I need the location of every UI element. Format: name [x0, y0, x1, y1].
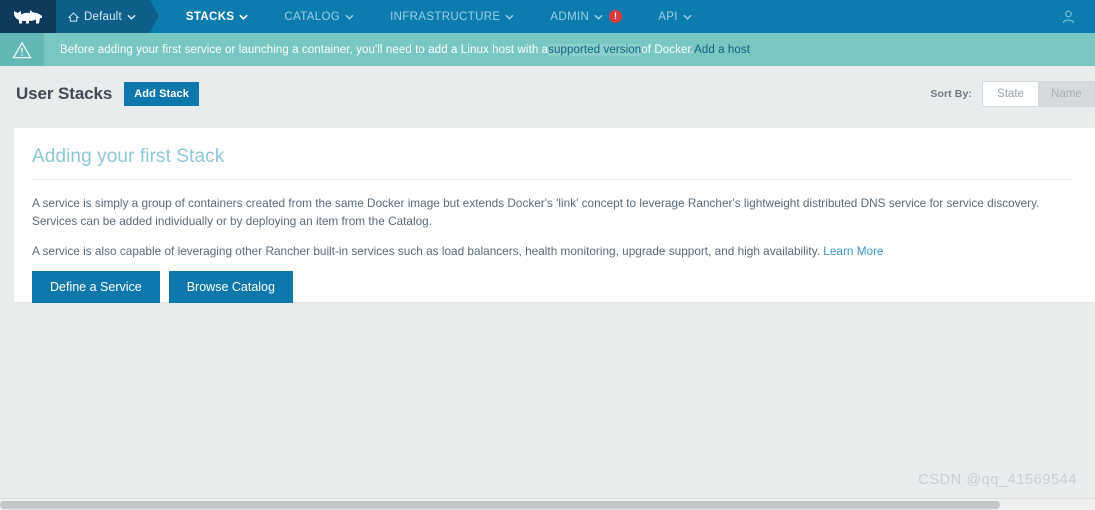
add-stack-button[interactable]: Add Stack — [124, 82, 199, 106]
warning-triangle-icon — [0, 33, 44, 66]
nav-item-catalog[interactable]: CATALOG — [266, 0, 372, 33]
nav-item-api[interactable]: API — [640, 0, 710, 33]
chevron-down-icon — [683, 11, 692, 23]
card-paragraph-2: A service is also capable of leveraging … — [32, 242, 1071, 260]
environment-arrow-decoration — [149, 0, 159, 32]
banner-text-before: Before adding your first service or laun… — [60, 43, 549, 56]
banner-text-middle: of Docker. — [641, 43, 695, 56]
admin-alert-badge[interactable]: ! — [609, 10, 623, 23]
nav-item-stacks[interactable]: STACKS — [168, 0, 267, 33]
page-header-row: User Stacks Add Stack Sort By: State Nam… — [0, 66, 1095, 122]
chevron-down-icon — [239, 11, 249, 23]
nav-item-label: API — [658, 10, 678, 23]
nav-item-label: INFRASTRUCTURE — [390, 10, 501, 23]
chevron-down-icon — [127, 11, 136, 23]
sort-by-label: Sort By: — [930, 88, 972, 100]
top-navigation-bar: Default STACKS CATALOG INFRASTRUCTURE AD… — [0, 0, 1095, 33]
card-paragraph-1: A service is simply a group of container… — [32, 196, 1040, 229]
card-divider — [32, 179, 1071, 180]
home-icon — [68, 11, 79, 22]
card-action-buttons: Define a Service Browse Catalog — [32, 270, 1071, 303]
chevron-down-icon — [594, 11, 603, 23]
app-root: Default STACKS CATALOG INFRASTRUCTURE AD… — [0, 0, 1095, 510]
add-a-host-link[interactable]: Add a host — [694, 44, 750, 56]
define-a-service-button[interactable]: Define a Service — [32, 270, 160, 303]
card-paragraph-2-text: A service is also capable of leveraging … — [32, 243, 824, 258]
sort-segmented-control: State Name — [982, 81, 1095, 107]
watermark-text: CSDN @qq_41569544 — [918, 472, 1077, 488]
supported-version-link[interactable]: supported version — [548, 43, 642, 56]
nav-item-admin[interactable]: ADMIN ! — [532, 0, 640, 33]
horizontal-scrollbar-thumb[interactable] — [0, 501, 1000, 509]
environment-selector[interactable]: Default — [56, 0, 159, 33]
nav-item-label: STACKS — [185, 10, 235, 23]
cow-logo-icon — [14, 10, 42, 24]
user-icon — [1062, 9, 1075, 23]
main-nav-items: STACKS CATALOG INFRASTRUCTURE ADMIN ! AP… — [168, 0, 710, 33]
host-warning-banner: Before adding your first service or laun… — [0, 33, 1095, 66]
card-title: Adding your first Stack — [32, 146, 225, 167]
nav-item-label: ADMIN — [550, 10, 590, 23]
browse-catalog-button[interactable]: Browse Catalog — [168, 270, 293, 303]
banner-message: Before adding your first service or laun… — [44, 33, 750, 66]
sort-controls: Sort By: State Name — [930, 81, 1095, 107]
nav-item-label: CATALOG — [284, 10, 341, 23]
environment-label: Default — [84, 10, 122, 23]
horizontal-scrollbar[interactable] — [0, 498, 1095, 510]
user-menu-button[interactable] — [1042, 0, 1095, 33]
sort-option-name[interactable]: Name — [1039, 82, 1095, 106]
chevron-down-icon — [505, 11, 515, 23]
page-title: User Stacks — [16, 84, 113, 103]
chevron-down-icon — [345, 11, 354, 23]
rancher-logo[interactable] — [0, 0, 56, 33]
sort-option-state[interactable]: State — [983, 82, 1039, 106]
first-stack-card: Adding your first Stack A service is sim… — [14, 128, 1095, 303]
learn-more-link[interactable]: Learn More — [823, 244, 883, 258]
nav-item-infrastructure[interactable]: INFRASTRUCTURE — [372, 0, 532, 33]
